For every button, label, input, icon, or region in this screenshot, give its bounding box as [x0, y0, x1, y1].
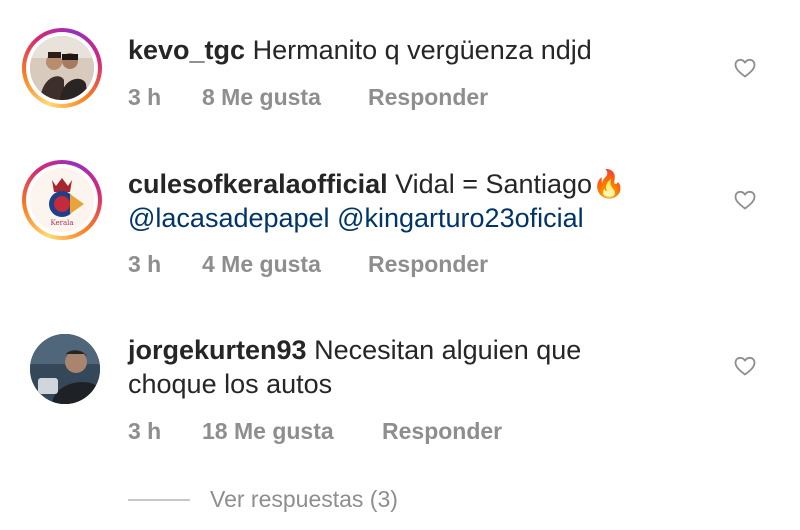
reply-button[interactable]: Responder [382, 418, 502, 445]
comment-time: 3 h [128, 84, 162, 110]
avatar-logo: Kerala [30, 168, 94, 232]
comment-body: Hermanito q vergüenza ndjd [252, 35, 592, 65]
likes-count[interactable]: 18 Me gusta [202, 418, 382, 445]
comment-username[interactable]: kevo_tgc [128, 35, 245, 65]
comment-body-continued: choque los autos [128, 369, 333, 399]
likes-count[interactable]: 4 Me gusta [202, 251, 368, 278]
reply-button[interactable]: Responder [368, 251, 488, 278]
comment-username[interactable]: culesofkeralaofficial [128, 169, 388, 199]
avatar-photo [30, 334, 100, 404]
view-replies-button[interactable]: Ver respuestas (3) [128, 486, 398, 513]
mention-link[interactable]: @kingarturo23oficial [337, 203, 584, 233]
avatar-photo [30, 36, 94, 100]
comment-text: jorgekurten93 Necesitan alguien que choq… [128, 333, 688, 401]
mention-link[interactable]: @lacasadepapel [128, 203, 330, 233]
heart-outline-icon[interactable] [733, 56, 757, 80]
avatar[interactable] [22, 28, 102, 108]
reply-button[interactable]: Responder [368, 84, 488, 111]
comment-meta: 3 h 4 Me gusta Responder [128, 251, 488, 278]
likes-count[interactable]: 8 Me gusta [202, 84, 368, 111]
comment-body: Necesitan alguien que [314, 335, 582, 365]
comment-text: culesofkeralaofficial Vidal = Santiago🔥 … [128, 167, 688, 235]
comment-username[interactable]: jorgekurten93 [128, 335, 307, 365]
comment-text: kevo_tgc Hermanito q vergüenza ndjd [128, 33, 688, 67]
comment-meta: 3 h 18 Me gusta Responder [128, 418, 502, 445]
avatar-logo-text: Kerala [50, 219, 73, 227]
avatar[interactable] [30, 334, 100, 404]
avatar[interactable]: Kerala [22, 160, 102, 240]
fire-emoji: 🔥 [592, 169, 626, 199]
heart-outline-icon[interactable] [733, 188, 757, 212]
comment-meta: 3 h 8 Me gusta Responder [128, 84, 488, 111]
comment-body: Vidal = Santiago [395, 169, 593, 199]
view-replies-label: Ver respuestas (3) [210, 486, 398, 512]
comment-time: 3 h [128, 251, 162, 277]
comment-time: 3 h [128, 418, 162, 444]
divider [128, 498, 190, 501]
heart-outline-icon[interactable] [733, 354, 757, 378]
